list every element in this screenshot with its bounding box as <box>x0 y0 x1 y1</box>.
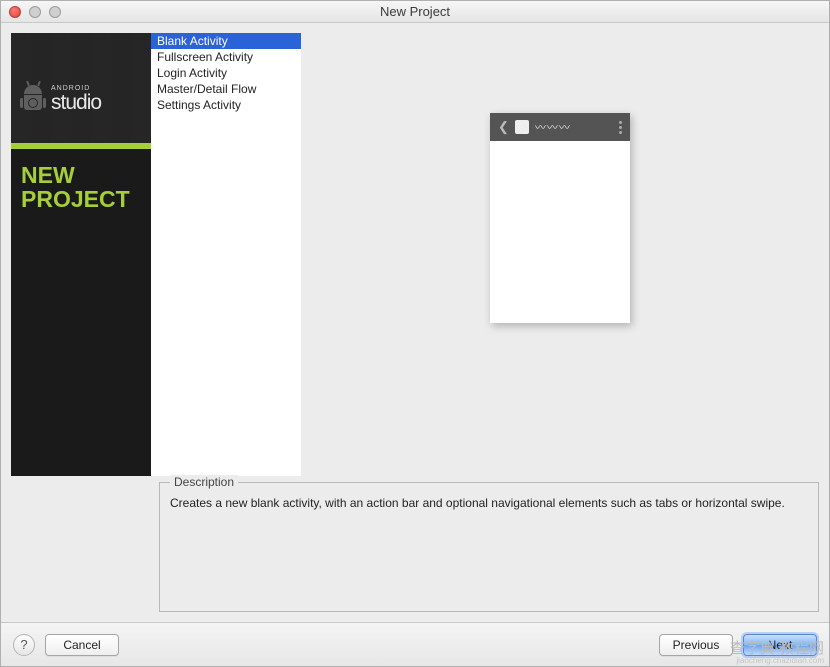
overflow-icon <box>619 121 622 134</box>
brand-big: studio <box>51 92 101 113</box>
upper-pane: ANDROID studio NEW PROJECT Blank Activit… <box>11 33 819 476</box>
banner-top: ANDROID studio <box>11 33 151 143</box>
back-chevron-icon: ❮ <box>498 119 509 135</box>
list-item[interactable]: Blank Activity <box>151 33 301 49</box>
android-studio-logo: ANDROID studio <box>21 85 101 113</box>
minimize-icon[interactable] <box>29 6 41 18</box>
new-project-window: New Project ANDROID studio <box>0 0 830 667</box>
list-item[interactable]: Master/Detail Flow <box>151 81 301 97</box>
description-legend: Description <box>170 475 238 489</box>
window-controls <box>1 6 61 18</box>
description-group: Description Creates a new blank activity… <box>159 482 819 612</box>
banner-heading: NEW PROJECT <box>21 163 141 211</box>
help-button[interactable]: ? <box>13 634 35 656</box>
button-bar: ? Cancel Previous Next <box>1 622 829 666</box>
titlebar: New Project <box>1 1 829 23</box>
heading-line-2: PROJECT <box>21 187 141 211</box>
list-item[interactable]: Login Activity <box>151 65 301 81</box>
list-item[interactable]: Settings Activity <box>151 97 301 113</box>
wizard-banner: ANDROID studio NEW PROJECT <box>11 33 151 476</box>
activity-preview: ❮ 〰〰〰 <box>490 113 630 323</box>
banner-bottom: NEW PROJECT <box>11 149 151 476</box>
content-area: ANDROID studio NEW PROJECT Blank Activit… <box>1 23 829 622</box>
preview-area: ❮ 〰〰〰 <box>301 33 819 476</box>
android-icon <box>21 85 45 113</box>
app-icon <box>515 120 529 134</box>
previous-button[interactable]: Previous <box>659 634 733 656</box>
next-button[interactable]: Next <box>743 634 817 656</box>
list-item[interactable]: Fullscreen Activity <box>151 49 301 65</box>
close-icon[interactable] <box>9 6 21 18</box>
preview-action-bar: ❮ 〰〰〰 <box>490 113 630 141</box>
window-title: New Project <box>1 4 829 19</box>
preview-title: 〰〰〰 <box>535 119 613 135</box>
activity-template-list[interactable]: Blank Activity Fullscreen Activity Login… <box>151 33 301 476</box>
description-text: Creates a new blank activity, with an ac… <box>170 495 808 512</box>
cancel-button[interactable]: Cancel <box>45 634 119 656</box>
brand-text: ANDROID studio <box>51 85 101 113</box>
zoom-icon[interactable] <box>49 6 61 18</box>
heading-line-1: NEW <box>21 163 141 187</box>
